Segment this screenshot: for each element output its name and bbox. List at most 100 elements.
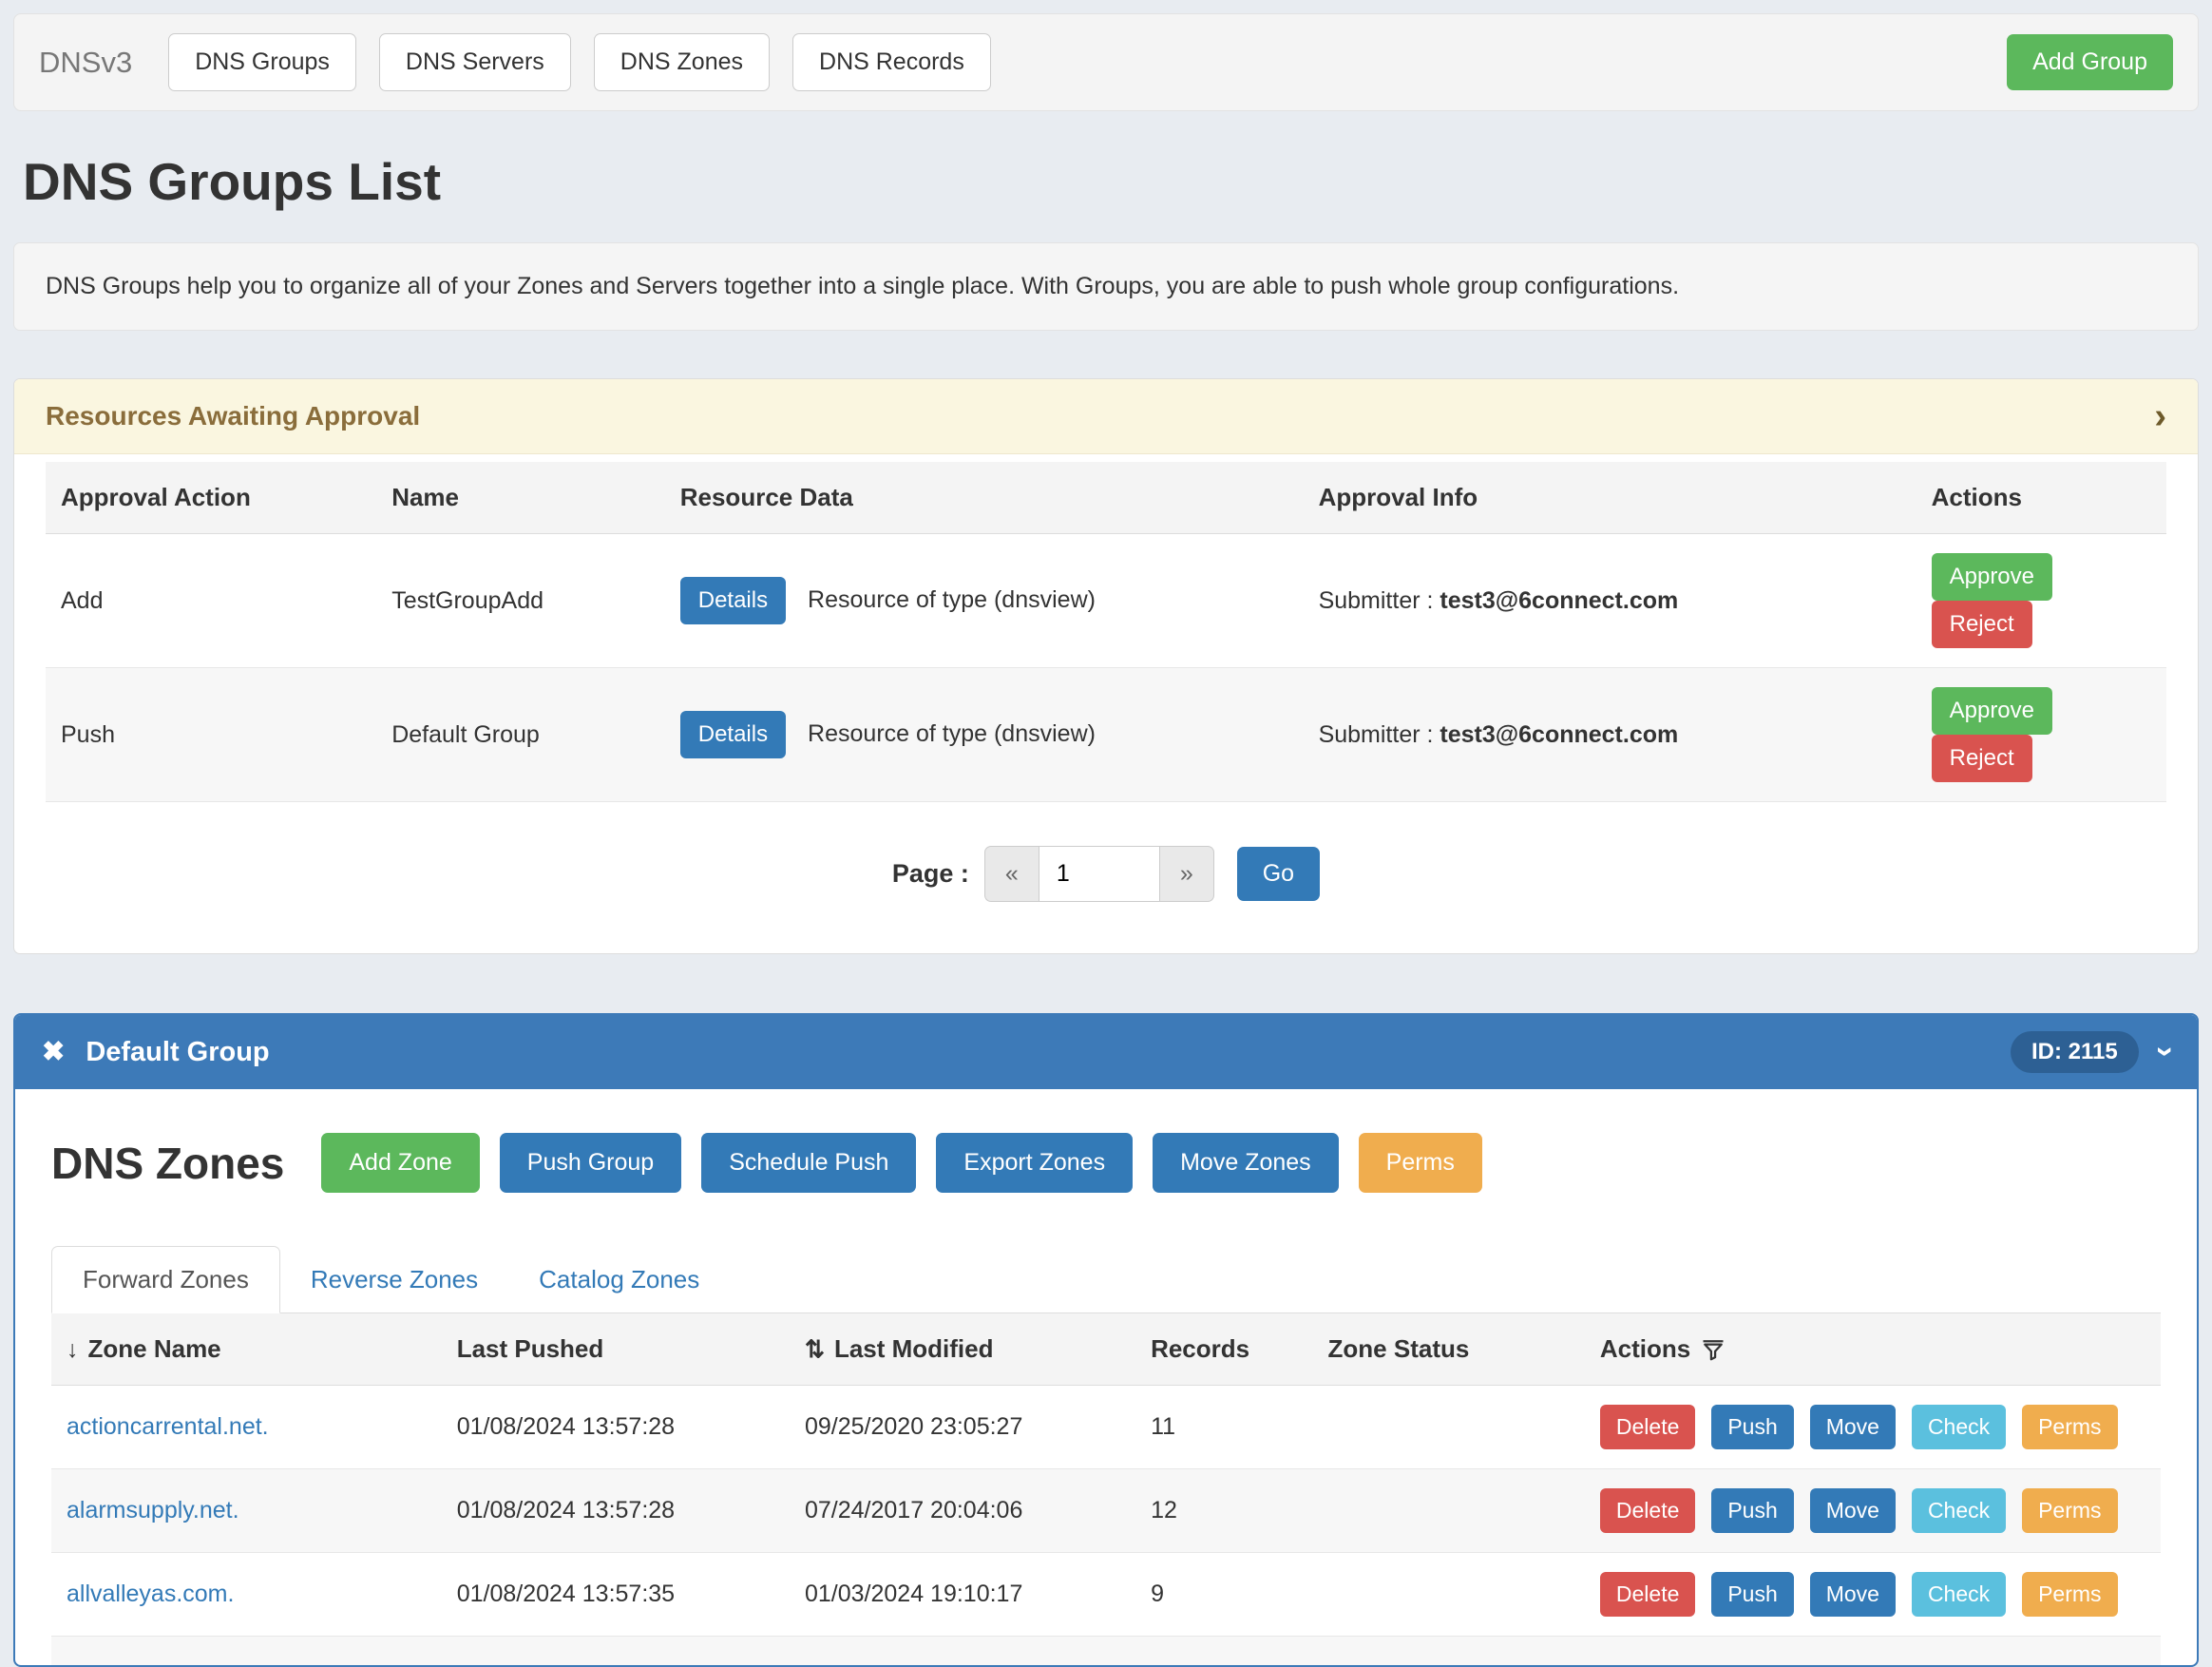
- delete-button[interactable]: Delete: [1600, 1572, 1695, 1617]
- group-title: Default Group: [86, 1037, 269, 1068]
- approval-info-cell: Submitter : test3@6connect.com: [1304, 534, 1916, 668]
- export-zones-button[interactable]: Export Zones: [936, 1133, 1133, 1193]
- add-zone-button[interactable]: Add Zone: [321, 1133, 479, 1193]
- perms-button[interactable]: Perms: [2022, 1488, 2117, 1533]
- col-actions: Actions: [1916, 462, 2166, 534]
- last-modified-cell: 07/24/2017 20:04:06: [790, 1469, 1135, 1553]
- zone-link[interactable]: allvalleyas.com.: [67, 1581, 234, 1607]
- resource-data-cell: Details Resource of type (dnsview): [665, 534, 1304, 668]
- schedule-push-button[interactable]: Schedule Push: [701, 1133, 916, 1193]
- check-button[interactable]: Check: [1912, 1572, 2006, 1617]
- last-modified-cell: 01/03/2024 19:10:17: [790, 1553, 1135, 1637]
- page-title: DNS Groups List: [23, 151, 2189, 212]
- col-last-modified: ⇅ Last Modified: [790, 1313, 1135, 1386]
- app-brand: DNSv3: [39, 46, 132, 80]
- last-pushed-cell: 01/08/2024 13:57:28: [442, 1469, 790, 1553]
- approval-panel: Resources Awaiting Approval › Approval A…: [13, 378, 2199, 954]
- approval-name-cell: TestGroupAdd: [376, 534, 665, 668]
- col-approval-action: Approval Action: [46, 462, 376, 534]
- zone-link[interactable]: actioncarrental.net.: [67, 1413, 269, 1440]
- details-button[interactable]: Details: [680, 711, 786, 758]
- records-cell: 9: [1135, 1553, 1312, 1637]
- approve-button[interactable]: Approve: [1932, 687, 2052, 735]
- nav-dns-groups[interactable]: DNS Groups: [168, 33, 356, 91]
- page-description: DNS Groups help you to organize all of y…: [13, 242, 2199, 331]
- zones-table-header-row: ↓Zone Name Last Pushed ⇅Last Modified Re…: [51, 1313, 2161, 1386]
- zones-table: ↓Zone Name Last Pushed ⇅Last Modified Re…: [51, 1313, 2161, 1665]
- details-button[interactable]: Details: [680, 577, 786, 624]
- nav-dns-records[interactable]: DNS Records: [792, 33, 991, 91]
- sort-numeric-icon[interactable]: ↓: [67, 1336, 79, 1363]
- zone-name-cell: actioncarrental.net.: [51, 1386, 442, 1469]
- zone-link[interactable]: alarmsupply.net.: [67, 1497, 239, 1523]
- approval-table: Approval Action Name Resource Data Appro…: [46, 462, 2166, 802]
- page-number-input[interactable]: [1039, 846, 1160, 902]
- page-prev-button[interactable]: «: [984, 846, 1039, 902]
- reject-button[interactable]: Reject: [1932, 601, 2032, 648]
- partial-row-cell: [51, 1637, 2161, 1665]
- push-group-button[interactable]: Push Group: [500, 1133, 681, 1193]
- check-button[interactable]: Check: [1912, 1405, 2006, 1449]
- submitter-email: test3@6connect.com: [1440, 721, 1678, 748]
- zone-status-cell: [1313, 1386, 1585, 1469]
- push-button[interactable]: Push: [1711, 1572, 1793, 1617]
- pager-group: « »: [984, 846, 1214, 902]
- zone-status-cell: [1313, 1469, 1585, 1553]
- col-zone-status: Zone Status: [1313, 1313, 1585, 1386]
- zones-section-title: DNS Zones: [51, 1138, 284, 1189]
- last-pushed-cell: 01/08/2024 13:57:28: [442, 1386, 790, 1469]
- tab-catalog-zones[interactable]: Catalog Zones: [508, 1247, 730, 1313]
- move-button[interactable]: Move: [1810, 1405, 1896, 1449]
- close-icon[interactable]: ✖: [42, 1039, 65, 1066]
- col-records: Records: [1135, 1313, 1312, 1386]
- tab-forward-zones[interactable]: Forward Zones: [51, 1246, 280, 1313]
- approval-row: Push Default Group Details Resource of t…: [46, 668, 2166, 802]
- records-cell: 11: [1135, 1386, 1312, 1469]
- approve-button[interactable]: Approve: [1932, 553, 2052, 601]
- group-perms-button[interactable]: Perms: [1359, 1133, 1482, 1193]
- approval-action-cell: Add: [46, 534, 376, 668]
- submitter-email: test3@6connect.com: [1440, 587, 1678, 614]
- last-modified-cell: 09/25/2020 23:05:27: [790, 1386, 1135, 1469]
- zone-actions-cell: Delete Push Move Check Perms: [1585, 1553, 2161, 1637]
- col-approval-info: Approval Info: [1304, 462, 1916, 534]
- approval-name-cell: Default Group: [376, 668, 665, 802]
- page-label: Page :: [892, 859, 969, 889]
- push-button[interactable]: Push: [1711, 1405, 1793, 1449]
- check-button[interactable]: Check: [1912, 1488, 2006, 1533]
- col-zone-name-label: Zone Name: [88, 1334, 221, 1363]
- approval-pagination: Page : « » Go: [46, 846, 2166, 902]
- nav-dns-servers[interactable]: DNS Servers: [379, 33, 571, 91]
- zone-name-cell: alarmsupply.net.: [51, 1469, 442, 1553]
- page: { "icons": { "chevron": "›", "close": "✖…: [0, 0, 2212, 1532]
- delete-button[interactable]: Delete: [1600, 1488, 1695, 1533]
- chevron-down-icon[interactable]: ›: [2152, 1046, 2178, 1057]
- filter-icon[interactable]: [1702, 1338, 1725, 1361]
- page-next-button[interactable]: »: [1160, 846, 1214, 902]
- move-zones-button[interactable]: Move Zones: [1153, 1133, 1339, 1193]
- tab-reverse-zones[interactable]: Reverse Zones: [280, 1247, 508, 1313]
- go-button[interactable]: Go: [1237, 847, 1320, 901]
- push-button[interactable]: Push: [1711, 1488, 1793, 1533]
- nav-dns-zones[interactable]: DNS Zones: [594, 33, 770, 91]
- zones-tabs: Forward Zones Reverse Zones Catalog Zone…: [51, 1246, 2161, 1313]
- col-last-modified-label: Last Modified: [834, 1334, 994, 1363]
- reject-button[interactable]: Reject: [1932, 735, 2032, 782]
- chevron-right-icon[interactable]: ›: [2154, 402, 2166, 431]
- zone-actions-cell: Delete Push Move Check Perms: [1585, 1469, 2161, 1553]
- approval-panel-header[interactable]: Resources Awaiting Approval ›: [14, 379, 2198, 454]
- col-name: Name: [376, 462, 665, 534]
- add-group-button[interactable]: Add Group: [2007, 34, 2173, 90]
- move-button[interactable]: Move: [1810, 1488, 1896, 1533]
- move-button[interactable]: Move: [1810, 1572, 1896, 1617]
- sort-updown-icon[interactable]: ⇅: [805, 1336, 825, 1363]
- last-pushed-cell: 01/08/2024 13:57:35: [442, 1553, 790, 1637]
- submitter-label: Submitter :: [1319, 721, 1434, 748]
- delete-button[interactable]: Delete: [1600, 1405, 1695, 1449]
- perms-button[interactable]: Perms: [2022, 1572, 2117, 1617]
- zone-row-partial: [51, 1637, 2161, 1665]
- group-panel: ✖ Default Group ID: 2115 › DNS Zones Add…: [13, 1013, 2199, 1667]
- approval-row: Add TestGroupAdd Details Resource of typ…: [46, 534, 2166, 668]
- approval-actions-cell: Approve Reject: [1916, 668, 2166, 802]
- perms-button[interactable]: Perms: [2022, 1405, 2117, 1449]
